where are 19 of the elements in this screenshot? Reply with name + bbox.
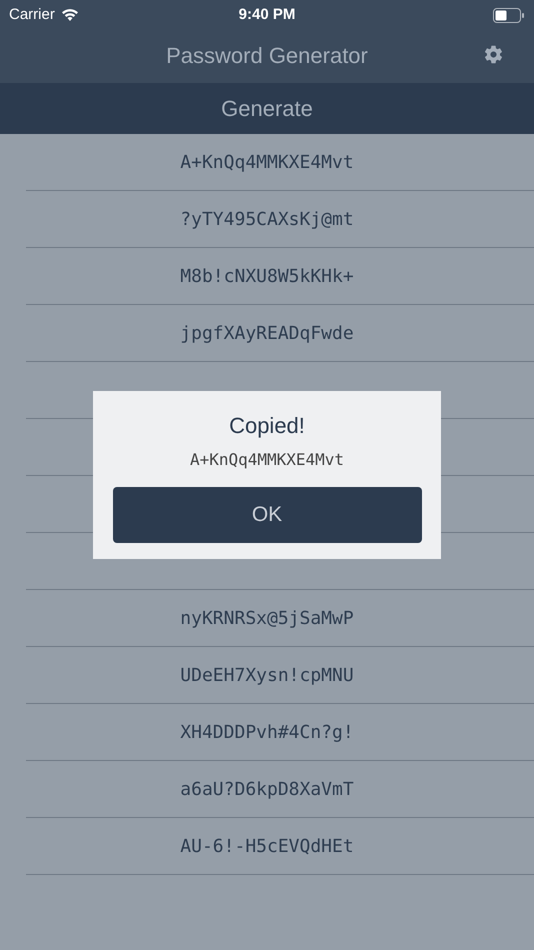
wifi-icon xyxy=(60,8,79,22)
password-text[interactable]: a6aU?D6kpD8XaVmT xyxy=(180,776,354,802)
password-text[interactable]: jpgfXAyREADqFwde xyxy=(180,320,354,346)
dialog-title: Copied! xyxy=(229,412,305,440)
password-text[interactable]: M8b!cNXU8W5kKHk+ xyxy=(180,262,354,290)
settings-icon[interactable] xyxy=(483,44,504,65)
password-text[interactable]: UDeEH7Xysn!cpMNU xyxy=(180,662,354,688)
password-text[interactable]: ?yTY495CAXsKj@mt xyxy=(180,206,354,232)
password-text[interactable]: AU-6!-H5cEVQdHEt xyxy=(180,832,354,860)
password-text[interactable]: XH4DDDPvh#4Cn?g! xyxy=(180,718,354,746)
clock-text: 9:40 PM xyxy=(238,4,296,25)
dialog-message: A+KnQq4MMKXE4Mvt xyxy=(190,449,344,471)
password-text[interactable]: nyKRNRSx@5jSaMwP xyxy=(180,604,354,632)
ok-button[interactable]: OK xyxy=(112,487,422,543)
generate-button[interactable]: Generate xyxy=(0,83,534,134)
carrier-text: Carrier xyxy=(9,4,55,25)
battery-icon xyxy=(493,8,525,22)
password-text[interactable]: A+KnQq4MMKXE4Mvt xyxy=(180,148,354,176)
nav-title: Password Generator xyxy=(166,42,368,70)
